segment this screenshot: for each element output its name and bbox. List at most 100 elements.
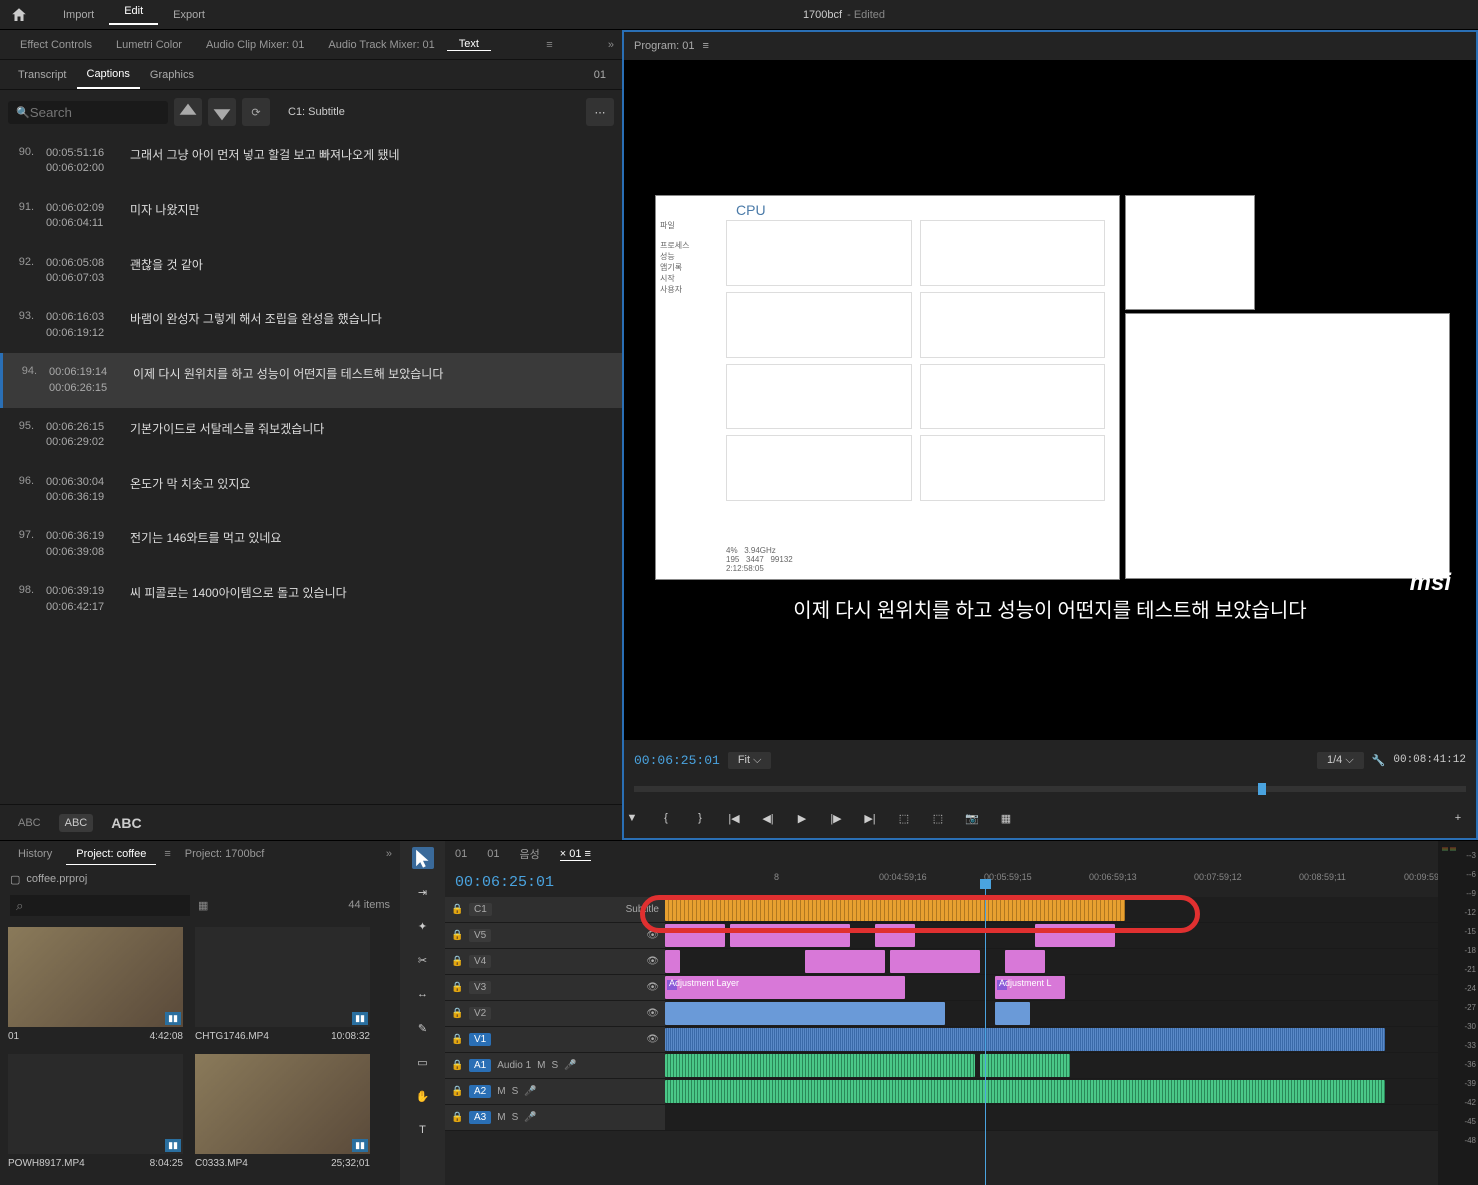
clip[interactable]: Adjustment Layer xyxy=(665,976,905,999)
clip[interactable] xyxy=(665,1080,1385,1103)
eye-icon[interactable]: 👁 xyxy=(646,930,659,941)
lock-icon[interactable]: 🔒 xyxy=(451,982,463,993)
timeline-track[interactable]: 🔒 A3 MS🎤 xyxy=(445,1105,1438,1131)
lock-icon[interactable]: 🔒 xyxy=(451,1086,463,1097)
goto-in-icon[interactable]: |◀ xyxy=(726,810,742,826)
clip[interactable] xyxy=(995,1002,1030,1025)
voice-icon[interactable]: 🎤 xyxy=(524,1112,536,1123)
caption-row[interactable]: 97. 00:06:36:1900:06:39:08 전기는 146와트를 먹고… xyxy=(0,517,622,572)
program-viewport[interactable]: CPU 파일프로세스성능앱기록시작사용자 4% 3.94GHz195 3447 … xyxy=(624,60,1476,740)
resolution-dropdown[interactable]: 1/4 ⌵ xyxy=(1317,752,1364,769)
out-point-icon[interactable]: } xyxy=(692,810,708,826)
timeline-tab-3[interactable]: × 01 ≡ xyxy=(560,848,591,861)
track-header[interactable]: 🔒 C1 Subtitle xyxy=(445,897,665,922)
eye-icon[interactable]: 👁 xyxy=(646,1008,659,1019)
track-header[interactable]: 🔒 V3 👁 xyxy=(445,975,665,1000)
wrench-icon[interactable]: 🔧 xyxy=(1372,754,1386,767)
track-header[interactable]: 🔒 A2 MS🎤 xyxy=(445,1079,665,1104)
clip[interactable] xyxy=(730,924,850,947)
track-content[interactable] xyxy=(665,1105,1438,1130)
clip[interactable] xyxy=(665,950,680,973)
type-tool[interactable]: T xyxy=(412,1119,434,1141)
eye-icon[interactable]: 👁 xyxy=(646,1034,659,1045)
caption-text[interactable]: 온도가 막 치솟고 있지요 xyxy=(130,475,614,506)
clip[interactable] xyxy=(890,950,980,973)
scrub-handle[interactable] xyxy=(1258,783,1266,795)
lock-icon[interactable]: 🔒 xyxy=(451,956,463,967)
timeline-track[interactable]: 🔒 V4 👁 xyxy=(445,949,1438,975)
add-button-icon[interactable]: + xyxy=(1450,810,1466,826)
clip[interactable] xyxy=(665,898,1125,921)
track-id-toggle[interactable]: A2 xyxy=(469,1085,491,1098)
lock-icon[interactable]: 🔒 xyxy=(451,930,463,941)
compare-icon[interactable]: ▦ xyxy=(998,810,1014,826)
ripple-tool[interactable]: ✦ xyxy=(412,915,434,937)
caption-row[interactable]: 95. 00:06:26:1500:06:29:02 기본가이드로 서탈레스를 … xyxy=(0,408,622,463)
timeline-timecode[interactable]: 00:06:25:01 xyxy=(445,874,554,891)
in-point-icon[interactable]: { xyxy=(658,810,674,826)
more-options-button[interactable]: ⋯ xyxy=(586,98,614,126)
tab-text[interactable]: Text xyxy=(447,38,491,51)
caption-row[interactable]: 91. 00:06:02:0900:06:04:11 미자 나왔지만 xyxy=(0,189,622,244)
bin-item[interactable]: ▮▮ POWH8917.MP48:04:25 xyxy=(8,1054,183,1169)
extract-icon[interactable]: ⬚ xyxy=(930,810,946,826)
home-icon[interactable] xyxy=(10,6,28,24)
tab-graphics[interactable]: Graphics xyxy=(140,62,204,88)
caption-text[interactable]: 이제 다시 원위치를 하고 성능이 어떤지를 테스트해 보았습니다 xyxy=(133,365,614,396)
clip[interactable] xyxy=(665,1054,975,1077)
search-input[interactable] xyxy=(30,105,150,120)
timeline-track[interactable]: 🔒 V5 👁 xyxy=(445,923,1438,949)
eye-icon[interactable]: 👁 xyxy=(646,982,659,993)
caption-row[interactable]: 98. 00:06:39:1900:06:42:17 씨 피콜로는 1400아이… xyxy=(0,572,622,627)
lock-icon[interactable]: 🔒 xyxy=(451,1112,463,1123)
track-id-toggle[interactable]: A3 xyxy=(469,1111,491,1124)
program-scrubber[interactable] xyxy=(624,780,1476,798)
lock-icon[interactable]: 🔒 xyxy=(451,1008,463,1019)
clip[interactable]: Adjustment L xyxy=(995,976,1065,999)
tab-transcript[interactable]: Transcript xyxy=(8,62,77,88)
menu-edit[interactable]: Edit xyxy=(109,5,158,25)
clip[interactable] xyxy=(875,924,915,947)
menu-import[interactable]: Import xyxy=(48,9,109,21)
razor-tool[interactable]: ✂ xyxy=(412,949,434,971)
tab-project-coffee[interactable]: Project: coffee xyxy=(66,844,156,865)
track-content[interactable] xyxy=(665,949,1438,974)
caption-text[interactable]: 기본가이드로 서탈레스를 줘보겠습니다 xyxy=(130,420,614,451)
tab-audio-clip-mixer[interactable]: Audio Clip Mixer: 01 xyxy=(194,39,316,51)
track-id-toggle[interactable]: C1 xyxy=(469,903,492,916)
caption-row[interactable]: 94. 00:06:19:1400:06:26:15 이제 다시 원위치를 하고… xyxy=(0,353,622,408)
track-id-toggle[interactable]: A1 xyxy=(469,1059,491,1072)
caption-row[interactable]: 92. 00:06:05:0800:06:07:03 괜찮을 것 같아 xyxy=(0,244,622,299)
timeline-track[interactable]: 🔒 V3 👁 Adjustment Layer Adjustment L xyxy=(445,975,1438,1001)
tab-audio-track-mixer[interactable]: Audio Track Mixer: 01 xyxy=(316,39,446,51)
bin-item[interactable]: ▮▮ CHTG1746.MP410:08:32 xyxy=(195,927,370,1042)
timeline-track[interactable]: 🔒 C1 Subtitle xyxy=(445,897,1438,923)
track-select-tool[interactable]: ⇥ xyxy=(412,881,434,903)
abc-big-button[interactable]: ABC xyxy=(105,812,147,834)
clip[interactable] xyxy=(1005,950,1045,973)
bin-view-icon[interactable]: ▦ xyxy=(198,899,208,912)
abc-small-button[interactable]: ABC xyxy=(12,814,47,832)
export-frame-icon[interactable]: 📷 xyxy=(964,810,980,826)
caption-text[interactable]: 씨 피콜로는 1400아이템으로 돌고 있습니다 xyxy=(130,584,614,615)
menu-export[interactable]: Export xyxy=(158,9,220,21)
track-id-toggle[interactable]: V3 xyxy=(469,981,491,994)
prev-caption-button[interactable] xyxy=(174,98,202,126)
project-search-input[interactable] xyxy=(10,895,190,916)
marker-icon[interactable]: ▼ xyxy=(624,810,640,826)
clip[interactable] xyxy=(805,950,885,973)
abc-mid-button[interactable]: ABC xyxy=(59,814,94,832)
clip[interactable] xyxy=(665,1028,1385,1051)
timeline-track[interactable]: 🔒 A2 MS🎤 xyxy=(445,1079,1438,1105)
zoom-fit-dropdown[interactable]: Fit ⌵ xyxy=(728,752,772,769)
current-timecode[interactable]: 00:06:25:01 xyxy=(634,753,720,768)
timeline-tab-2[interactable]: 음성 xyxy=(520,846,540,862)
pen-tool[interactable]: ✎ xyxy=(412,1017,434,1039)
hamburger-icon[interactable]: ≡ xyxy=(164,848,170,860)
timeline-tab-0[interactable]: 01 xyxy=(455,848,467,860)
tab-effect-controls[interactable]: Effect Controls xyxy=(8,39,104,51)
track-header[interactable]: 🔒 V2 👁 xyxy=(445,1001,665,1026)
caption-list[interactable]: 90. 00:05:51:1600:06:02:00 그래서 그냥 아이 먼저 … xyxy=(0,134,622,804)
track-content[interactable] xyxy=(665,923,1438,948)
track-id-toggle[interactable]: V2 xyxy=(469,1007,491,1020)
